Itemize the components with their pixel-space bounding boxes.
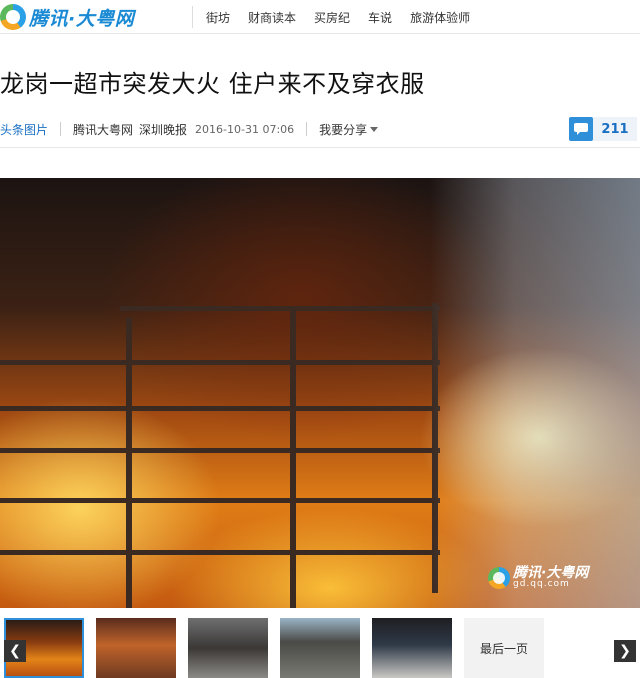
thumbnail-4[interactable]	[280, 618, 360, 678]
comment-button[interactable]: 211	[569, 117, 637, 141]
logo-icon	[0, 4, 26, 30]
main-photo[interactable]: 腾讯·大粤网 gd.qq.com	[0, 178, 640, 608]
nav-link-lvyou[interactable]: 旅游体验师	[410, 9, 470, 26]
shelf-bar	[0, 448, 440, 453]
nav-link-caishang[interactable]: 财商读本	[248, 9, 296, 26]
article-title: 龙岗一超市突发大火 住户来不及穿衣服	[0, 70, 425, 98]
shelf-bar	[0, 360, 440, 365]
logo-text: 腾讯·大粤网	[29, 7, 135, 30]
thumbnail-5[interactable]	[372, 618, 452, 678]
comment-icon	[569, 117, 593, 141]
thumbnail-image	[188, 618, 268, 678]
category-tag[interactable]: 头条图片	[0, 121, 48, 138]
watermark-url: gd.qq.com	[513, 579, 570, 589]
top-nav-bar: 腾讯·大粤网 街坊 财商读本 买房纪 车说 旅游体验师	[0, 0, 640, 34]
shelf-bar	[0, 498, 440, 503]
shelf-bar	[120, 306, 440, 311]
shelf-bar	[0, 406, 440, 411]
thumbnail-3[interactable]	[188, 618, 268, 678]
publish-time: 2016-10-31 07:06	[195, 122, 295, 136]
comment-count: 211	[593, 117, 637, 141]
share-button[interactable]: 我要分享	[319, 121, 379, 138]
header-divider	[0, 147, 640, 148]
thumbnail-strip: 最后一页 ❮ ❯	[0, 616, 640, 678]
watermark-title: 腾讯·大粤网	[513, 565, 589, 581]
watermark-logo-icon	[488, 566, 510, 589]
thumbnail-image	[372, 618, 452, 678]
shelf-bar	[0, 550, 440, 555]
nav-divider	[192, 6, 193, 28]
channel-nav: 街坊 财商读本 买房纪 车说 旅游体验师	[206, 0, 488, 34]
article-meta: 头条图片 腾讯大粤网 深圳晚报 2016-10-31 07:06 我要分享	[0, 118, 640, 140]
thumbnail-2[interactable]	[96, 618, 176, 678]
thumbnail-image	[280, 618, 360, 678]
nav-link-jiefang[interactable]: 街坊	[206, 9, 230, 26]
photo-watermark: 腾讯·大粤网 gd.qq.com	[488, 566, 588, 589]
chevron-left-icon[interactable]: ❮	[4, 640, 26, 662]
paper-name: 深圳晚报	[139, 122, 188, 137]
nav-link-cheshuo[interactable]: 车说	[368, 9, 392, 26]
source-name: 腾讯大粤网	[73, 122, 134, 137]
share-label: 我要分享	[319, 122, 368, 137]
window-glare	[430, 178, 640, 608]
site-logo[interactable]: 腾讯·大粤网	[0, 3, 134, 31]
chevron-right-icon[interactable]: ❯	[614, 640, 636, 662]
thumbnail-image	[96, 618, 176, 678]
meta-divider-2	[306, 122, 308, 136]
last-page-button[interactable]: 最后一页	[464, 618, 544, 678]
shelf-post	[290, 308, 296, 608]
meta-divider	[60, 122, 62, 136]
nav-link-maifang[interactable]: 买房纪	[314, 9, 350, 26]
chevron-down-icon	[370, 126, 379, 132]
